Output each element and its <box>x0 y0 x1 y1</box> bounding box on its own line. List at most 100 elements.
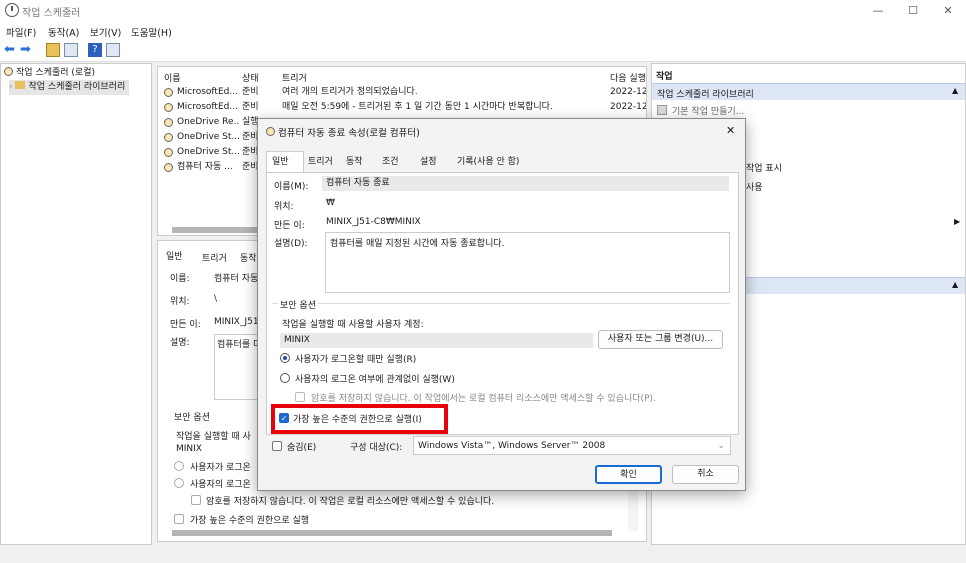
actions-header: 작업 <box>656 72 673 82</box>
help-icon[interactable]: ? <box>88 43 102 57</box>
submenu-arrow-icon[interactable]: ▶ <box>954 217 960 226</box>
detail-radio-logged-on[interactable] <box>174 461 184 471</box>
security-divider <box>272 303 730 304</box>
clock-icon <box>164 103 173 112</box>
clock-icon <box>4 67 13 76</box>
hidden-label: 숨김(E) <box>287 443 317 453</box>
properties-dialog: 컴퓨터 자동 종료 속성(로컬 컴퓨터) ✕ 일반 트리거 동작 조건 설정 기… <box>257 118 746 491</box>
detail-location-value: \ <box>214 294 218 304</box>
tab-conditions[interactable]: 조건 <box>382 153 399 171</box>
menu-file[interactable]: 파일(F) <box>6 25 36 39</box>
name-label: 이름(M): <box>274 182 309 192</box>
run-as-label: 작업을 실행할 때 사용할 사용자 계정: <box>282 320 424 330</box>
tab-general[interactable]: 일반 <box>272 153 289 171</box>
task-next-cell: 2022-12- <box>610 87 646 97</box>
detail-author-value: MINIX_J51- <box>214 317 262 327</box>
maximize-button[interactable]: ☐ <box>903 2 923 20</box>
detail-name-label: 이름: <box>170 274 190 284</box>
tab-settings[interactable]: 설정 <box>420 153 437 171</box>
title-bar: 작업 스케줄러 — ☐ ✕ <box>0 0 966 22</box>
forward-arrow-icon[interactable]: ➡ <box>20 43 34 57</box>
location-field[interactable]: ₩ <box>322 196 729 211</box>
name-field[interactable]: 컴퓨터 자동 종료 <box>322 176 729 191</box>
tree-root[interactable]: 작업 스케줄러 (로컬) <box>4 66 95 81</box>
menu-action[interactable]: 동작(A) <box>48 25 79 39</box>
ok-button[interactable]: 확인 <box>595 465 662 484</box>
show-hide-pane-icon[interactable] <box>64 43 78 57</box>
status-bar <box>0 545 966 563</box>
detail-radio-whether-label: 사용자의 로그온 <box>190 480 251 490</box>
tab-actions[interactable]: 동작 <box>346 153 363 171</box>
detail-run-as-label: 작업을 실행할 때 사 <box>176 432 251 442</box>
collapse-icon[interactable]: ▲ <box>952 86 958 95</box>
nopass-checkbox[interactable] <box>295 392 305 402</box>
nopass-label: 암호를 저장하지 않습니다. 이 작업에서는 로컬 컴퓨터 리소스에만 액세스할… <box>311 394 656 404</box>
detail-name-value: 컴퓨터 자동 <box>214 274 259 284</box>
clock-icon <box>5 3 19 17</box>
menu-view[interactable]: 보기(V) <box>90 25 121 39</box>
col-header-trigger[interactable]: 트리거 <box>282 71 307 84</box>
horizontal-scrollbar[interactable] <box>172 530 612 536</box>
author-label: 만든 이: <box>274 221 305 231</box>
description-field[interactable]: 컴퓨터를 매일 지정된 시간에 자동 종료합니다. <box>325 232 730 293</box>
detail-tab-action[interactable]: 동작 <box>240 251 257 264</box>
tab-triggers[interactable]: 트리거 <box>308 153 333 171</box>
hidden-checkbox[interactable] <box>272 441 282 451</box>
actions-section-library[interactable]: 작업 스케줄러 라이브러리 ▲ <box>652 83 965 100</box>
menu-help[interactable]: 도움말(H) <box>131 25 172 39</box>
tree-library[interactable]: › 작업 스케줄러 라이브러리 <box>9 80 130 95</box>
radio-whether-logged-on[interactable] <box>280 373 290 383</box>
detail-security-title: 보안 옵션 <box>174 413 210 423</box>
detail-tab-trigger[interactable]: 트리거 <box>202 251 227 264</box>
dialog-close-button[interactable]: ✕ <box>726 124 735 137</box>
task-name-cell: MicrosoftEd... <box>177 87 238 97</box>
clock-icon <box>164 88 173 97</box>
minimize-button[interactable]: — <box>868 2 888 20</box>
task-trigger-cell: 매일 오전 5:59에 - 트리거된 후 1 일 기간 동안 1 시간마다 반복… <box>282 102 553 112</box>
task-status-cell: 준비 <box>242 87 259 97</box>
task-name-cell: OneDrive St... <box>177 147 239 157</box>
detail-radio-whether[interactable] <box>174 478 184 488</box>
task-name-cell: OneDrive St... <box>177 132 239 142</box>
clock-icon <box>164 148 173 157</box>
radio-logged-on[interactable] <box>280 353 290 363</box>
actions-section-selected[interactable]: ▲ <box>746 277 965 294</box>
detail-highest-label: 가장 높은 수준의 권한으로 실행 <box>190 516 310 526</box>
detail-tab-general[interactable]: 일반 <box>166 249 183 262</box>
task-name-cell: 컴퓨터 자동 ... <box>177 162 233 172</box>
configure-for-select[interactable]: Windows Vista™, Windows Server™ 2008 ⌄ <box>413 436 731 455</box>
close-button[interactable]: ✕ <box>938 2 958 20</box>
detail-nopass-checkbox[interactable] <box>191 495 201 505</box>
back-arrow-icon[interactable]: ⬅ <box>4 43 18 57</box>
detail-highest-checkbox[interactable] <box>174 514 184 524</box>
col-header-status[interactable]: 상태 <box>242 71 259 84</box>
cancel-button[interactable]: 취소 <box>672 465 739 484</box>
highest-privileges-checkbox[interactable]: ✓ <box>279 413 289 423</box>
radio-logged-on-label: 사용자가 로그온할 때만 실행(R) <box>295 355 417 365</box>
clock-icon <box>164 118 173 127</box>
task-name-cell: MicrosoftEd... <box>177 102 238 112</box>
action-create-basic[interactable]: 기본 작업 만들기... <box>657 104 744 117</box>
tab-history[interactable]: 기록(사용 안 함) <box>457 153 519 171</box>
action-pane-icon[interactable] <box>106 43 120 57</box>
dialog-title: 컴퓨터 자동 종료 속성(로컬 컴퓨터) <box>278 128 420 139</box>
change-user-button[interactable]: 사용자 또는 그룹 변경(U)... <box>598 330 723 349</box>
task-icon <box>657 105 667 115</box>
detail-account: MINIX <box>176 444 202 454</box>
action-use[interactable]: 사용 <box>746 180 763 193</box>
detail-desc-label: 설명: <box>170 338 190 348</box>
clock-icon <box>164 163 173 172</box>
detail-location-label: 위치: <box>170 297 190 307</box>
task-next-cell: 2022-12- <box>610 102 646 112</box>
navigation-tree: 작업 스케줄러 (로컬) › 작업 스케줄러 라이브러리 <box>0 63 152 545</box>
folder-icon <box>15 81 26 89</box>
col-header-name[interactable]: 이름 <box>164 71 181 84</box>
author-field[interactable]: MINIX_J51-C8₩MINIX <box>322 215 729 230</box>
collapse-icon[interactable]: ▲ <box>952 280 958 289</box>
action-show[interactable]: 작업 표시 <box>746 161 782 174</box>
col-header-next[interactable]: 다음 실행 <box>610 71 646 84</box>
folder-up-icon[interactable] <box>46 43 60 57</box>
detail-nopass-label: 암호를 저장하지 않습니다. 이 작업은 로컬 리소스에만 액세스할 수 있습니… <box>206 497 495 507</box>
detail-author-label: 만든 이: <box>170 320 201 330</box>
toolbar: ⬅ ➡ ? <box>0 40 966 62</box>
